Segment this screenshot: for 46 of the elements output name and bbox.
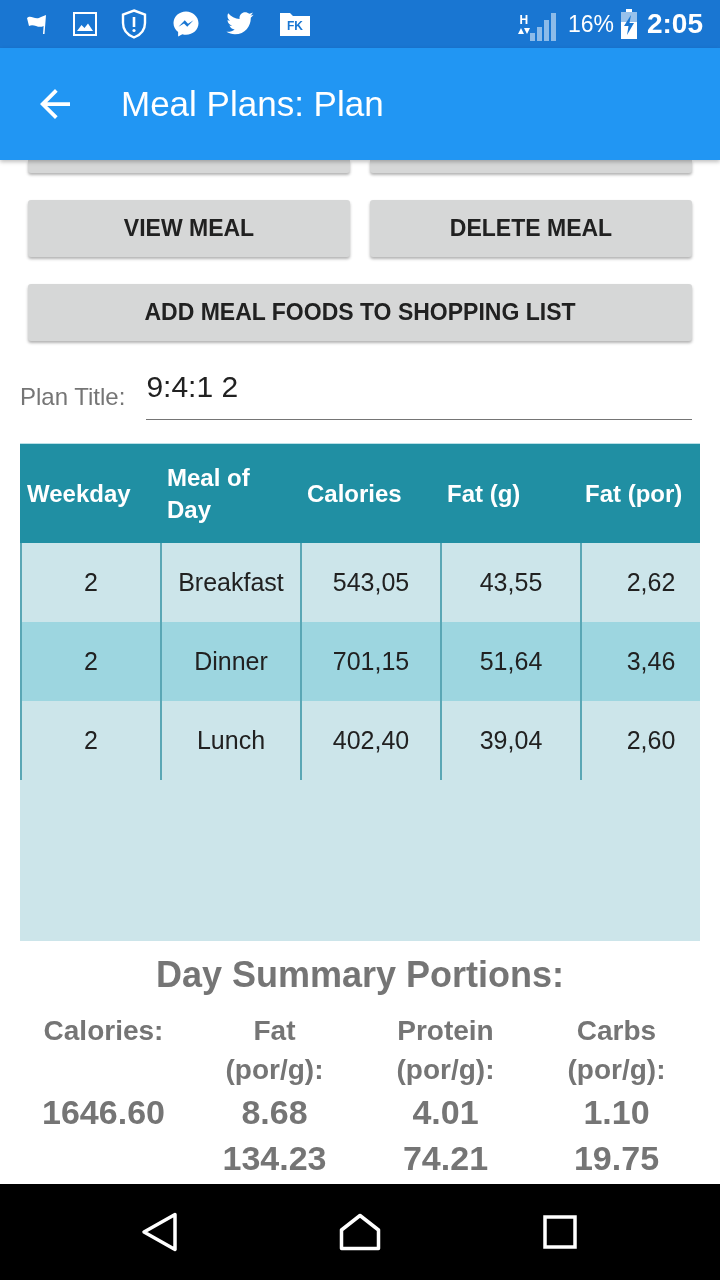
summary-value: 8.68	[241, 1092, 308, 1133]
summary-label: Fat (por/g):	[224, 1014, 325, 1087]
table-cell: 2,60	[580, 701, 700, 780]
flag-icon	[25, 12, 49, 36]
action-button[interactable]: ADD MEAL FOODS TO SHOPPING LIST	[28, 284, 692, 341]
table-cell: 2	[20, 701, 160, 780]
image-icon	[73, 12, 97, 36]
home-icon[interactable]	[339, 1213, 381, 1251]
bird-icon	[225, 11, 255, 37]
column-header: Fat (por)	[584, 478, 684, 509]
column-header: Weekday	[26, 478, 132, 509]
network-type-label: H	[519, 14, 529, 26]
clock-time: 2:05	[646, 7, 703, 41]
shield-alert-icon	[121, 9, 147, 39]
summary-label: Protein (por/g):	[395, 1014, 496, 1087]
signal-bars-icon	[529, 13, 556, 41]
back-icon[interactable]	[141, 1212, 179, 1252]
table-cell: 402,40	[300, 701, 440, 780]
battery-percent: 16%	[567, 9, 614, 39]
folder-badge-label: FK	[287, 19, 303, 33]
summary-value: 1646.60	[42, 1092, 165, 1133]
action-button[interactable]: VIEW MEAL	[28, 200, 350, 257]
battery-charging-icon	[619, 9, 638, 39]
plan-title-label: Plan Title:	[20, 382, 126, 412]
summary-label: Carbs (por/g):	[566, 1014, 667, 1087]
column-header: Calories	[306, 478, 403, 509]
folder-icon	[279, 11, 311, 37]
recents-icon[interactable]	[543, 1215, 577, 1249]
summary-value: 74.21	[402, 1138, 489, 1179]
summary-value: 4.01	[412, 1092, 479, 1133]
plan-title-field[interactable]: 9:4:1 2	[146, 360, 692, 420]
table-row[interactable]: 2 Dinner 701,15 51,64 3,46	[20, 622, 700, 701]
table-cell: 39,04	[440, 701, 580, 780]
column-header: Meal of Day	[166, 463, 251, 525]
summary-title: Day Summary Portions:	[154, 955, 566, 995]
summary-value: 1.10	[583, 1092, 650, 1133]
summary-label: Calories:	[43, 1014, 164, 1048]
app-bar-title: Meal Plans: Plan	[121, 82, 384, 125]
chat-bubble-icon	[171, 9, 201, 39]
data-arrows-icon	[517, 27, 530, 35]
action-button[interactable]: DELETE MEAL	[370, 200, 692, 257]
table-cell: Lunch	[160, 701, 300, 780]
summary-value: 19.75	[573, 1138, 660, 1179]
summary-value: 134.23	[222, 1138, 327, 1179]
column-header: Fat (g)	[446, 478, 522, 509]
back-arrow-icon[interactable]	[40, 89, 70, 119]
